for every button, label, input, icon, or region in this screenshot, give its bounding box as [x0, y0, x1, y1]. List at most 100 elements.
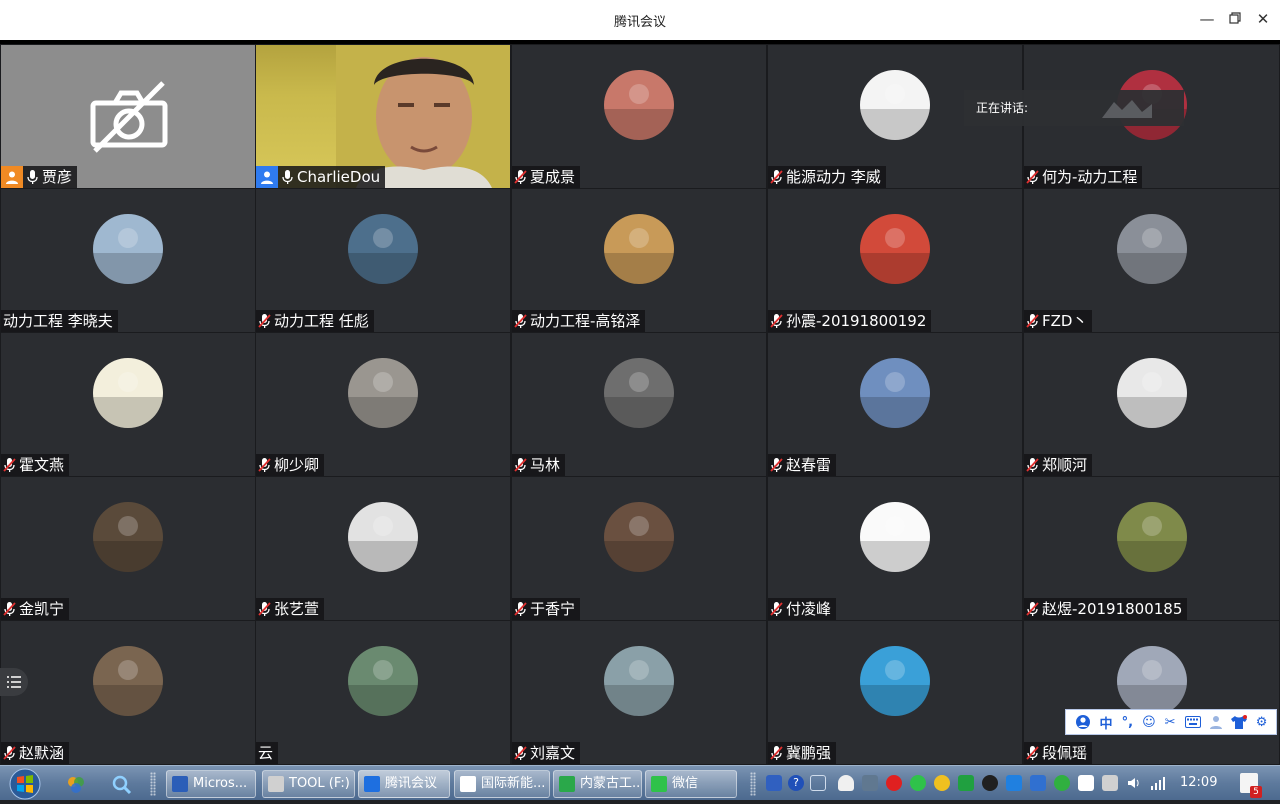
speaking-indicator: 正在讲话: [964, 90, 1184, 126]
taskbar-item[interactable]: 腾讯会议 [358, 770, 450, 798]
taskbar-item[interactable]: Micros... [166, 770, 256, 798]
avatar [860, 502, 930, 572]
participant-name-tag: 于香宁 [512, 598, 581, 620]
gear-icon[interactable]: ⚙ [1256, 715, 1268, 730]
mic-muted-icon [770, 314, 783, 328]
restore-button[interactable] [1224, 8, 1246, 30]
shield-icon[interactable] [958, 775, 974, 791]
participant-tile[interactable]: 动力工程 李晓夫 [1, 189, 255, 332]
green-app-icon[interactable] [1054, 775, 1070, 791]
ime-mode[interactable]: 中 [1100, 713, 1113, 732]
search-icon[interactable] [112, 775, 132, 795]
colorful-app-icon[interactable] [66, 775, 86, 795]
participant-tile[interactable]: 贾彦 [1, 45, 255, 188]
start-button[interactable] [5, 768, 45, 800]
taskbar-item[interactable]: 内蒙古工... [553, 770, 642, 798]
shirt-icon[interactable] [1230, 715, 1247, 729]
participant-tile[interactable]: 付凌峰 [768, 477, 1022, 620]
participant-tile[interactable]: 孙震-20191800192 [768, 189, 1022, 332]
participant-name-tag: 能源动力 李威 [768, 166, 886, 188]
participant-tile[interactable]: 赵春雷 [768, 333, 1022, 476]
avatar [860, 214, 930, 284]
volume-icon[interactable] [1126, 775, 1142, 791]
member-list-toggle[interactable] [0, 668, 28, 696]
participant-tile[interactable]: 夏成景 [512, 45, 766, 188]
keyboard-icon[interactable] [1184, 716, 1201, 728]
emoji-icon[interactable]: ☺ [1142, 715, 1156, 730]
participant-tile[interactable]: 段佩瑶 [1024, 621, 1279, 764]
avatar [604, 358, 674, 428]
mic-muted-icon [1026, 170, 1039, 184]
clock[interactable]: 12:09 [1180, 775, 1217, 790]
participant-tile[interactable]: 金凯宁 [1, 477, 255, 620]
participant-name: 金凯宁 [19, 600, 65, 618]
participant-tile[interactable]: 刘嘉文 [512, 621, 766, 764]
user-icon[interactable] [1209, 715, 1222, 729]
close-button[interactable]: ✕ [1252, 8, 1274, 30]
mic-muted-icon [3, 602, 16, 616]
participant-tile[interactable]: 云 [256, 621, 510, 764]
defender-icon[interactable] [1030, 775, 1046, 791]
participant-tile[interactable]: 动力工程 任彪 [256, 189, 510, 332]
bell-icon[interactable] [838, 775, 854, 791]
participant-name-tag: CharlieDou [256, 166, 386, 188]
participant-name: 贾彦 [42, 168, 73, 186]
participant-tile[interactable]: 柳少卿 [256, 333, 510, 476]
usb-icon[interactable] [1102, 775, 1118, 791]
participant-tile[interactable]: 冀鹏强 [768, 621, 1022, 764]
participant-name-tag: 贾彦 [1, 166, 78, 188]
mic-muted-icon [770, 602, 783, 616]
participant-tile[interactable]: CharlieDou [256, 45, 510, 188]
taskbar-grip[interactable] [750, 772, 756, 796]
taskbar-item[interactable]: TOOL (F:) [262, 770, 355, 798]
participant-tile[interactable]: FZD丶 [1024, 189, 1279, 332]
yellow-app-icon[interactable] [934, 775, 950, 791]
participant-grid: 贾彦 CharlieDou 夏成景 能源动力 李威 何为-动力工程 动力工程 李晓夫 动力工… [0, 44, 1280, 765]
tray-user-icon[interactable] [766, 775, 782, 791]
participant-tile[interactable]: 张艺萱 [256, 477, 510, 620]
minimize-button[interactable]: — [1196, 8, 1218, 30]
participant-tile[interactable]: 于香宁 [512, 477, 766, 620]
participant-tile[interactable]: 赵煜-20191800185 [1024, 477, 1279, 620]
participant-name-tag: 赵春雷 [768, 454, 837, 476]
mic-muted-icon [770, 746, 783, 760]
participant-name-tag: 夏成景 [512, 166, 581, 188]
ime-punct[interactable]: °, [1122, 715, 1133, 730]
qq-icon[interactable] [982, 775, 998, 791]
participant-name-tag: 付凌峰 [768, 598, 837, 620]
participant-tile[interactable]: 霍文燕 [1, 333, 255, 476]
taskbar-item[interactable]: 国际新能... [454, 770, 550, 798]
ime-logo-icon[interactable] [1075, 714, 1091, 730]
participant-tile[interactable]: 动力工程-高铭泽 [512, 189, 766, 332]
security-icon[interactable] [862, 775, 878, 791]
browser-icon[interactable] [1006, 775, 1022, 791]
participant-name: 刘嘉文 [530, 744, 576, 762]
mic-muted-icon [770, 458, 783, 472]
avatar [348, 502, 418, 572]
participant-name: 马林 [530, 456, 561, 474]
participant-name: 赵春雷 [786, 456, 832, 474]
ime-toolbar[interactable]: 中 °, ☺ ✂ ⚙ [1065, 709, 1277, 735]
participant-name-tag: 霍文燕 [1, 454, 70, 476]
taskbar-app-icon [268, 776, 284, 792]
device-icon[interactable] [1078, 775, 1094, 791]
scissors-icon[interactable]: ✂ [1165, 715, 1176, 730]
wechat-tray-icon[interactable] [910, 775, 926, 791]
mic-muted-icon [258, 602, 271, 616]
taskbar-item[interactable]: 微信 [645, 770, 737, 798]
help-icon[interactable]: ? [788, 775, 804, 791]
avatar [348, 214, 418, 284]
red-app-icon[interactable] [886, 775, 902, 791]
participant-name: 张艺萱 [274, 600, 320, 618]
taskbar-grip[interactable] [150, 772, 156, 796]
participant-tile[interactable]: 赵默涵 [1, 621, 255, 764]
mic-muted-icon [258, 458, 271, 472]
participant-name-tag: 云 [256, 742, 279, 764]
participant-tile[interactable]: 郑顺河 [1024, 333, 1279, 476]
participant-name: 霍文燕 [19, 456, 65, 474]
mic-muted-icon [514, 458, 527, 472]
participant-tile[interactable]: 马林 [512, 333, 766, 476]
notification-icon[interactable]: 5 [1240, 773, 1262, 798]
signal-icon[interactable] [1150, 775, 1166, 791]
network-icon[interactable] [810, 775, 826, 791]
